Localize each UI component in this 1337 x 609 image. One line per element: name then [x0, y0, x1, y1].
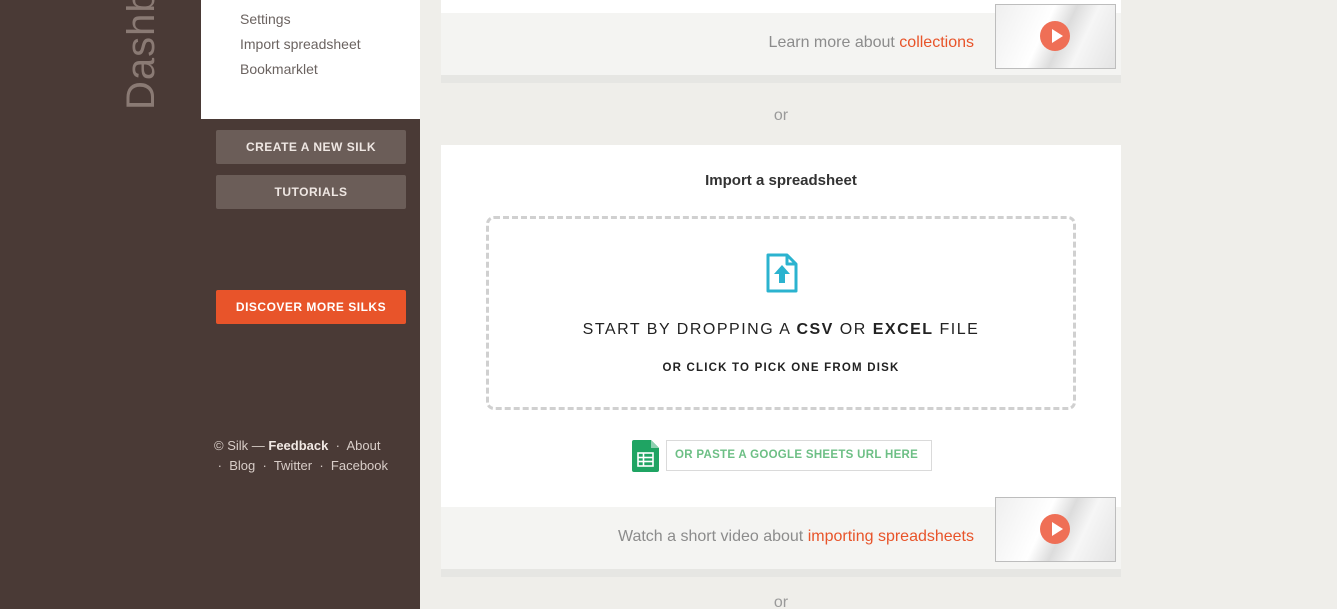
about-link[interactable]: About	[346, 438, 380, 453]
menu-item-bookmarklet[interactable]: Bookmarklet	[240, 61, 318, 77]
menu-item-import-spreadsheet[interactable]: Import spreadsheet	[240, 36, 361, 52]
csv-label: CSV	[796, 321, 834, 338]
collections-video-thumbnail[interactable]	[995, 4, 1116, 69]
footer-separator: ·	[319, 458, 324, 473]
pick-from-disk-text: OR CLICK TO PICK ONE FROM DISK	[662, 362, 900, 374]
import-title: Import a spreadsheet	[705, 172, 857, 189]
twitter-link[interactable]: Twitter	[274, 458, 312, 473]
play-icon	[1040, 514, 1070, 544]
footer-separator: ·	[335, 438, 340, 453]
drop-instruction: START BY DROPPING A CSV OR EXCEL FILE	[489, 321, 1073, 339]
upload-file-icon	[766, 253, 798, 293]
import-video-text: Watch a short video about importing spre…	[618, 528, 974, 546]
or-divider: or	[773, 594, 789, 609]
discover-more-silks-button[interactable]: DISCOVER MORE SILKS	[216, 290, 406, 324]
file-dropzone[interactable]: START BY DROPPING A CSV OR EXCEL FILE OR…	[486, 216, 1076, 410]
collections-learn-text: Learn more about collections	[769, 34, 974, 52]
google-sheets-url-input[interactable]: OR PASTE A GOOGLE SHEETS URL HERE	[666, 440, 932, 471]
drop-prefix: START BY DROPPING A	[582, 321, 797, 338]
vertical-title-text: Dashboard	[126, 0, 163, 110]
footer-separator: ·	[217, 458, 222, 473]
feedback-link[interactable]: Feedback	[268, 438, 328, 453]
play-icon	[1040, 21, 1070, 51]
copyright-text: © Silk —	[214, 438, 265, 453]
google-sheets-icon	[632, 440, 659, 472]
or-divider: or	[773, 107, 789, 124]
file-word: FILE	[933, 321, 980, 338]
facebook-link[interactable]: Facebook	[331, 458, 388, 473]
collections-link[interactable]: collections	[899, 34, 974, 51]
menu-item-settings[interactable]: Settings	[240, 11, 291, 27]
card-shadow	[441, 569, 1121, 577]
sidebar: Dashboard Settings Import spreadsheet Bo…	[0, 0, 420, 609]
excel-label: EXCEL	[872, 321, 934, 338]
import-video-thumbnail[interactable]	[995, 497, 1116, 562]
learn-more-label: Learn more about	[768, 34, 900, 51]
importing-spreadsheets-link[interactable]: importing spreadsheets	[808, 528, 974, 545]
or-word: OR	[833, 321, 873, 338]
watch-video-label: Watch a short video about	[617, 528, 808, 545]
sidebar-menu: Settings Import spreadsheet Bookmarklet	[201, 0, 420, 119]
dashboard-vertical-title: Dashboard	[126, 0, 166, 110]
card-shadow	[441, 75, 1121, 83]
sidebar-footer: © Silk — Feedback · About · Blog · Twitt…	[214, 436, 404, 476]
tutorials-button[interactable]: TUTORIALS	[216, 175, 406, 209]
blog-link[interactable]: Blog	[229, 458, 255, 473]
footer-separator: ·	[262, 458, 267, 473]
create-new-silk-button[interactable]: CREATE A NEW SILK	[216, 130, 406, 164]
